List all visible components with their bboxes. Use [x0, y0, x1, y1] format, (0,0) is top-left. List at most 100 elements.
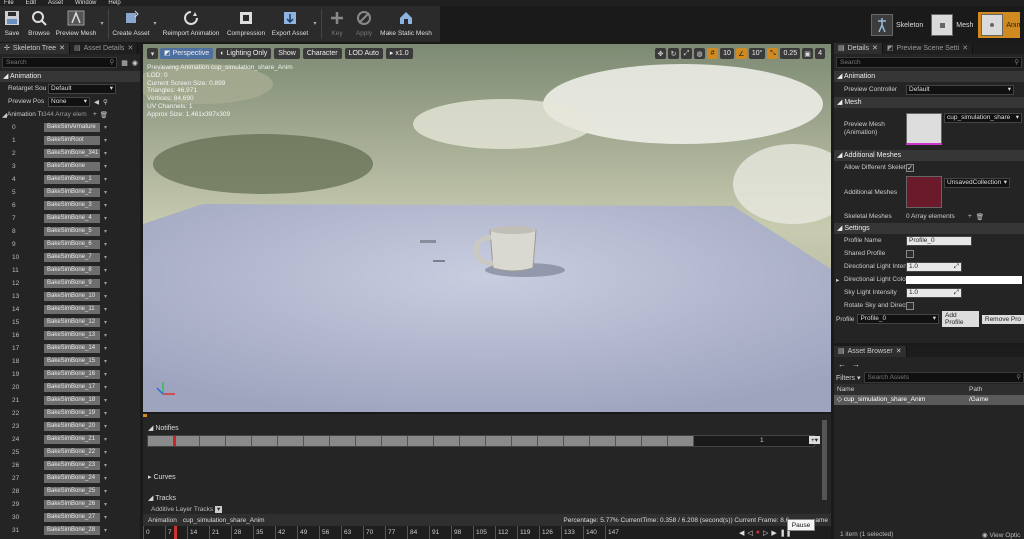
chevron-down-icon[interactable]: ▾	[104, 215, 107, 222]
scale-snap-icon[interactable]: ⤡	[767, 48, 779, 59]
step-forward-icon[interactable]: ▶	[771, 529, 776, 537]
bone-name-chip[interactable]: BakeSimBone_25	[44, 487, 100, 496]
bone-name-chip[interactable]: BakeSimBone_23	[44, 461, 100, 470]
tab-details[interactable]: ▤ Details ✕	[834, 43, 883, 54]
remove-profile-button[interactable]: Remove Pro	[981, 314, 1024, 324]
directional-light-intensity-input[interactable]: 1.0 ⤢	[906, 261, 962, 272]
bone-name-chip[interactable]: BakeSimArmature	[44, 123, 100, 132]
animation-section-header[interactable]: ◢ Animation	[0, 71, 140, 82]
tab-preview-scene[interactable]: ◩ Preview Scene Setti ✕	[882, 43, 974, 54]
show-button[interactable]: Show	[274, 48, 300, 59]
bone-name-chip[interactable]: BakeSimBone_9	[44, 279, 100, 288]
bone-name-chip[interactable]: BakeSimBone_17	[44, 383, 100, 392]
chevron-down-icon[interactable]: ▾	[104, 124, 107, 131]
chevron-down-icon[interactable]: ▾	[104, 137, 107, 144]
grid-snap-value[interactable]: 10	[720, 48, 734, 59]
reimport-animation-button[interactable]: Reimport Animation	[159, 6, 223, 42]
animation-section-header[interactable]: ◢ Animation	[834, 71, 1024, 82]
bone-row[interactable]: 24 BakeSimBone_21 ▾	[0, 433, 140, 446]
bone-name-chip[interactable]: BakeSimBone_21	[44, 435, 100, 444]
add-icon[interactable]: +	[968, 213, 972, 220]
tab-asset-browser[interactable]: ▤ Asset Browser ✕	[834, 346, 907, 357]
bone-name-chip[interactable]: BakeSimRoot	[44, 136, 100, 145]
timeline-scrollbar[interactable]	[822, 420, 827, 500]
character-button[interactable]: Character	[302, 48, 342, 59]
bone-row[interactable]: 26 BakeSimBone_23 ▾	[0, 459, 140, 472]
bone-row[interactable]: 7 BakeSimBone_4 ▾	[0, 212, 140, 225]
bone-name-chip[interactable]: BakeSimBone_14	[44, 344, 100, 353]
chevron-down-icon[interactable]: ▾	[104, 527, 107, 534]
create-asset-button[interactable]: Create Asset	[111, 6, 151, 42]
bone-name-chip[interactable]: BakeSimBone_13	[44, 331, 100, 340]
close-icon[interactable]: ✕	[59, 43, 65, 54]
bone-row[interactable]: 25 BakeSimBone_22 ▾	[0, 446, 140, 459]
chevron-down-icon[interactable]: ▾	[104, 397, 107, 404]
preview-mesh-combo[interactable]: cup_simulation_share ▾	[944, 113, 1022, 123]
bone-name-chip[interactable]: BakeSimBone_8	[44, 266, 100, 275]
bone-row[interactable]: 14 BakeSimBone_11 ▾	[0, 303, 140, 316]
chevron-down-icon[interactable]: ▾	[104, 475, 107, 482]
close-icon[interactable]: ✕	[962, 43, 968, 54]
bone-name-chip[interactable]: BakeSimBone_26	[44, 500, 100, 509]
bone-row[interactable]: 12 BakeSimBone_9 ▾	[0, 277, 140, 290]
chevron-down-icon[interactable]: ▾	[104, 228, 107, 235]
bone-row[interactable]: 5 BakeSimBone_2 ▾	[0, 186, 140, 199]
chevron-down-icon[interactable]: ▾	[104, 189, 107, 196]
additional-meshes-header[interactable]: ◢ Additional Meshes	[834, 150, 1024, 161]
bone-row[interactable]: 21 BakeSimBone_18 ▾	[0, 394, 140, 407]
export-asset-dropdown[interactable]: ▾	[311, 6, 319, 27]
tab-asset-details[interactable]: ▤ Asset Details ✕	[69, 43, 139, 54]
bone-row[interactable]: 29 BakeSimBone_26 ▾	[0, 498, 140, 511]
bone-name-chip[interactable]: BakeSimBone_24	[44, 474, 100, 483]
add-profile-button[interactable]: Add Profile	[942, 311, 979, 327]
rotate-sky-checkbox[interactable]	[906, 301, 914, 310]
bone-row[interactable]: 22 BakeSimBone_19 ▾	[0, 407, 140, 420]
bone-row[interactable]: 9 BakeSimBone_6 ▾	[0, 238, 140, 251]
make-static-mesh-button[interactable]: Make Static Mesh	[378, 6, 434, 42]
rotate-icon[interactable]: ↻	[668, 48, 680, 59]
chevron-down-icon[interactable]: ▾	[104, 202, 107, 209]
camera-speed-value[interactable]: 4	[815, 48, 825, 59]
tracks-header[interactable]: ◢ Tracks	[143, 493, 176, 504]
chevron-down-icon[interactable]: ▾	[104, 514, 107, 521]
search-icon[interactable]: ⚲	[103, 98, 108, 106]
bone-row[interactable]: 6 BakeSimBone_3 ▾	[0, 199, 140, 212]
playback-speed-button[interactable]: ▸ x1.0	[385, 48, 413, 59]
chevron-down-icon[interactable]: ▾	[104, 449, 107, 456]
bone-row[interactable]: 19 BakeSimBone_16 ▾	[0, 368, 140, 381]
add-icon[interactable]: +	[93, 111, 97, 118]
bone-row[interactable]: 31 BakeSimBone_28 ▾	[0, 524, 140, 537]
export-asset-button[interactable]: Export Asset	[269, 6, 311, 42]
notifies-header[interactable]: ◢ Notifies	[143, 423, 831, 434]
chevron-down-icon[interactable]: ▾	[104, 306, 107, 313]
back-icon[interactable]: ←	[838, 360, 846, 369]
asset-search-input[interactable]: Search Assets ⚲	[863, 372, 1024, 383]
name-column-header[interactable]: Name	[837, 384, 969, 395]
bone-row[interactable]: 23 BakeSimBone_20 ▾	[0, 420, 140, 433]
filters-button[interactable]: Filters ▾	[836, 374, 861, 382]
delete-icon[interactable]: 🗑	[976, 213, 984, 221]
bone-row[interactable]: 18 BakeSimBone_15 ▾	[0, 355, 140, 368]
bone-name-chip[interactable]: BakeSimBone_15	[44, 357, 100, 366]
chevron-down-icon[interactable]: ▾	[104, 176, 107, 183]
sky-light-intensity-input[interactable]: 1.0 ⤢	[906, 287, 962, 298]
bone-row[interactable]: 4 BakeSimBone_1 ▾	[0, 173, 140, 186]
bone-name-chip[interactable]: BakeSimBone_12	[44, 318, 100, 327]
preview-controller-combo[interactable]: Default ▾	[906, 84, 1014, 95]
mesh-thumbnail[interactable]	[906, 113, 942, 145]
mode-animation[interactable]: Animation	[978, 12, 1021, 38]
timeline-ruler[interactable]: 0 7 14 21 28 35 42 49 56 63 70 77 84 91 98 105 112 119 126…	[143, 526, 831, 539]
close-icon[interactable]: ✕	[127, 43, 133, 54]
camera-speed-icon[interactable]: ▣	[802, 48, 814, 59]
bone-name-chip[interactable]: BakeSimBone_10	[44, 292, 100, 301]
bone-row[interactable]: 2 BakeSimBone_341 ▾	[0, 147, 140, 160]
chevron-down-icon[interactable]: ▾	[104, 423, 107, 430]
world-icon[interactable]: ◍	[694, 48, 706, 59]
bone-row[interactable]: 30 BakeSimBone_27 ▾	[0, 511, 140, 524]
chevron-down-icon[interactable]: ▾	[104, 280, 107, 287]
bone-row[interactable]: 8 BakeSimBone_5 ▾	[0, 225, 140, 238]
chevron-down-icon[interactable]: ▾	[104, 254, 107, 261]
bone-row[interactable]: 27 BakeSimBone_24 ▾	[0, 472, 140, 485]
chevron-down-icon[interactable]: ▾	[104, 163, 107, 170]
preview-mesh-dropdown[interactable]: ▾	[98, 6, 106, 27]
